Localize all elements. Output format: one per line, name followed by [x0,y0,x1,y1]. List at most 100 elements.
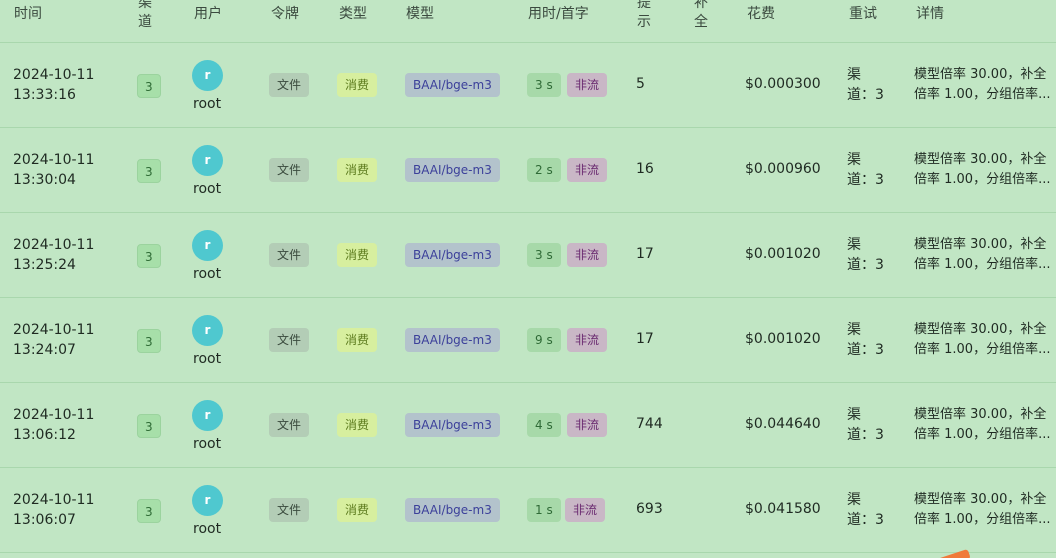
timestamp-date: 2024-10-11 [13,152,95,168]
model-badge[interactable]: BAAI/bge-m3 [405,158,500,182]
channel-badge[interactable]: 3 [137,159,161,183]
type-badge: 消费 [337,498,378,522]
timestamp-date: 2024-10-11 [13,407,95,423]
model-badge[interactable]: BAAI/bge-m3 [405,328,500,352]
type-badge: 消费 [337,243,378,267]
duration-badge: 9 s [527,328,561,352]
retry-line-2: 道：3 [847,257,884,273]
avatar[interactable]: r [192,230,223,261]
username: root [193,96,222,112]
prompt-tokens: 17 [636,246,654,262]
header-prompt[interactable]: 提 示 [637,0,653,32]
token-badge[interactable]: 文件 [269,328,310,352]
timestamp: 2024-10-11 13:30:04 [13,150,123,190]
prompt-tokens: 5 [636,76,645,92]
timestamp-time: 13:33:16 [13,87,76,103]
retry-info: 渠 道：3 [847,65,897,105]
header-detail[interactable]: 详情 [916,5,944,24]
detail-line-1: 模型倍率 30.00，补全 [914,492,1047,507]
channel-badge[interactable]: 3 [137,244,161,268]
type-badge: 消费 [337,73,378,97]
header-model[interactable]: 模型 [406,5,434,24]
avatar[interactable]: r [192,485,223,516]
retry-line-2: 道：3 [847,342,884,358]
token-badge[interactable]: 文件 [269,413,310,437]
prompt-tokens: 17 [636,331,654,347]
timestamp-date: 2024-10-11 [13,492,95,508]
duration-badge: 3 s [527,243,561,267]
retry-info: 渠 道：3 [847,405,897,445]
token-badge[interactable]: 文件 [269,498,310,522]
model-badge[interactable]: BAAI/bge-m3 [405,498,500,522]
detail-text[interactable]: 模型倍率 30.00，补全 倍率 1.00，分组倍率... [914,490,1056,530]
stream-badge: 非流 [567,73,608,97]
timestamp-time: 13:06:12 [13,427,76,443]
token-badge[interactable]: 文件 [269,158,310,182]
table-header: 时间 渠 道 用户 令牌 类型 模型 用时/首字 提 示 补 全 花费 重试 详… [0,0,1056,43]
retry-line-1: 渠 [847,67,861,83]
channel-badge[interactable]: 3 [137,414,161,438]
detail-line-1: 模型倍率 30.00，补全 [914,322,1047,337]
prompt-tokens: 744 [636,416,663,432]
timestamp: 2024-10-11 13:25:24 [13,235,123,275]
model-badge[interactable]: BAAI/bge-m3 [405,243,500,267]
prompt-tokens: 693 [636,501,663,517]
header-duration[interactable]: 用时/首字 [528,5,589,24]
header-channel[interactable]: 渠 道 [138,0,154,32]
log-table: 时间 渠 道 用户 令牌 类型 模型 用时/首字 提 示 补 全 花费 重试 详… [0,0,1056,558]
timestamp-date: 2024-10-11 [13,237,95,253]
header-completion[interactable]: 补 全 [694,0,710,32]
detail-text[interactable]: 模型倍率 30.00，补全 倍率 1.00，分组倍率... [914,320,1056,360]
cost-value: $0.000300 [745,76,821,92]
stream-badge: 非流 [567,158,608,182]
timestamp: 2024-10-11 13:06:07 [13,490,123,530]
timestamp-time: 13:06:07 [13,512,76,528]
detail-line-1: 模型倍率 30.00，补全 [914,67,1047,82]
timestamp: 2024-10-11 13:33:16 [13,65,123,105]
prompt-tokens: 16 [636,161,654,177]
timestamp-date: 2024-10-11 [13,67,95,83]
timestamp: 2024-10-11 13:24:07 [13,320,123,360]
header-cost[interactable]: 花费 [747,5,775,24]
header-user[interactable]: 用户 [194,5,222,24]
header-retry[interactable]: 重试 [849,5,877,24]
stream-badge: 非流 [567,328,608,352]
table-row: 2024-10-11 13:06:07 3 r root 文件 消费 BAAI/… [0,468,1056,553]
detail-line-1: 模型倍率 30.00，补全 [914,237,1047,252]
channel-badge[interactable]: 3 [137,74,161,98]
header-token[interactable]: 令牌 [271,5,299,24]
avatar[interactable]: r [192,145,223,176]
channel-badge[interactable]: 3 [137,329,161,353]
header-type[interactable]: 类型 [339,5,367,24]
model-badge[interactable]: BAAI/bge-m3 [405,413,500,437]
avatar[interactable]: r [192,60,223,91]
detail-text[interactable]: 模型倍率 30.00，补全 倍率 1.00，分组倍率... [914,405,1056,445]
stream-badge: 非流 [565,498,606,522]
retry-line-1: 渠 [847,322,861,338]
retry-line-1: 渠 [847,237,861,253]
type-badge: 消费 [337,413,378,437]
detail-text[interactable]: 模型倍率 30.00，补全 倍率 1.00，分组倍率... [914,150,1056,190]
token-badge[interactable]: 文件 [269,243,310,267]
table-row: 2024-10-11 13:24:07 3 r root 文件 消费 BAAI/… [0,298,1056,383]
table-row: 2024-10-11 13:06:12 3 r root 文件 消费 BAAI/… [0,383,1056,468]
detail-line-2: 倍率 1.00，分组倍率... [914,512,1051,527]
avatar[interactable]: r [192,400,223,431]
username: root [193,181,222,197]
model-badge[interactable]: BAAI/bge-m3 [405,73,500,97]
username: root [193,266,222,282]
retry-info: 渠 道：3 [847,320,897,360]
token-badge[interactable]: 文件 [269,73,310,97]
retry-line-2: 道：3 [847,87,884,103]
detail-text[interactable]: 模型倍率 30.00，补全 倍率 1.00，分组倍率... [914,235,1056,275]
cost-value: $0.001020 [745,331,821,347]
detail-line-1: 模型倍率 30.00，补全 [914,407,1047,422]
detail-text[interactable]: 模型倍率 30.00，补全 倍率 1.00，分组倍率... [914,65,1056,105]
table-row: 2024-10-11 13:30:04 3 r root 文件 消费 BAAI/… [0,128,1056,213]
avatar[interactable]: r [192,315,223,346]
retry-line-2: 道：3 [847,512,884,528]
cost-value: $0.001020 [745,246,821,262]
header-time[interactable]: 时间 [14,5,42,24]
detail-line-2: 倍率 1.00，分组倍率... [914,257,1051,272]
channel-badge[interactable]: 3 [137,499,161,523]
